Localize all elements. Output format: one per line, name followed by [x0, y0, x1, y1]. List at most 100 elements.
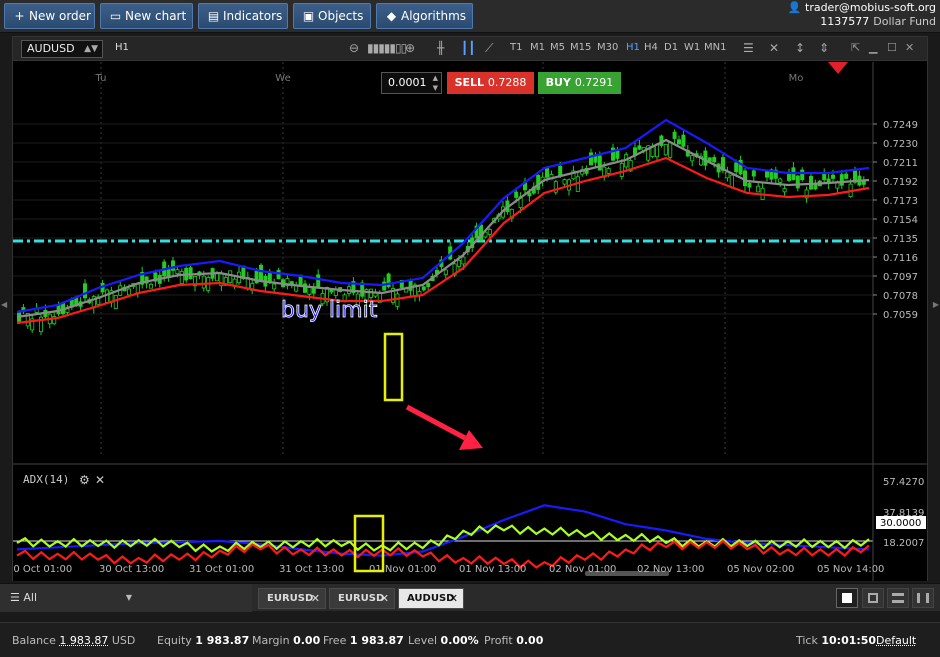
equity-label: Equity — [157, 634, 192, 647]
algorithms-button[interactable]: ◆ Algorithms — [376, 3, 473, 29]
candle-body — [822, 172, 827, 180]
layout-rows-icon[interactable] — [887, 588, 909, 608]
account-email: trader@mobius-soft.org — [805, 1, 936, 14]
timeframe-m15-button[interactable]: M15 — [570, 42, 591, 53]
balance-field: Balance 1 983.87 USD — [12, 634, 135, 647]
detach-icon[interactable]: ⇱ — [851, 41, 860, 54]
new-order-label: New order — [29, 9, 91, 23]
candle-body — [734, 162, 739, 173]
candle-body — [148, 283, 153, 289]
time-tick-label: 31 Oct 01:00 — [189, 564, 254, 575]
candle-body — [765, 171, 770, 178]
timeframe-h1-button[interactable]: H1 — [626, 42, 640, 53]
account-info[interactable]: 👤 trader@mobius-soft.org 1137577 Dollar F… — [788, 1, 936, 29]
candle-body — [668, 142, 673, 158]
timeframe-m30-button[interactable]: M30 — [597, 42, 618, 53]
candle-body — [619, 163, 624, 177]
symbol-selector[interactable]: AUDUSD ▲▼ — [21, 40, 103, 58]
timeframe-t1-button[interactable]: T1 — [510, 42, 522, 53]
tab-label: EURUSD — [267, 593, 314, 604]
trade-levels-icon[interactable]: ↕ — [795, 41, 805, 55]
candle-body — [302, 283, 307, 293]
candle-body — [677, 139, 682, 145]
sell-label: SELL — [454, 76, 485, 89]
candle-body — [456, 260, 461, 267]
line-chart-icon[interactable]: ⟋ — [485, 41, 493, 56]
tab-eurusd-1[interactable]: EURUSD ✕ — [258, 588, 326, 609]
chart-svg[interactable]: TuWeFrMo ADX(14)⚙✕ 0.72490.72300.72110.7… — [13, 62, 927, 581]
layout-grid-icon[interactable] — [862, 588, 884, 608]
bar-chart-icon[interactable]: ╫ — [437, 41, 444, 55]
minimize-icon[interactable]: ▁ — [869, 41, 877, 54]
chart-plot-area[interactable]: TuWeFrMo ADX(14)⚙✕ 0.72490.72300.72110.7… — [13, 62, 927, 581]
close-icon[interactable]: ✕ — [380, 589, 389, 608]
candle-body — [844, 173, 849, 179]
filter-value: All — [23, 591, 38, 604]
candle-body — [201, 275, 206, 289]
tab-eurusd-2[interactable]: EURUSD ✕ — [329, 588, 395, 609]
time-tick-label: 31 Oct 13:00 — [279, 564, 344, 575]
close-icon[interactable]: ✕ — [905, 41, 914, 54]
zoom-out-icon[interactable]: ⊖ — [349, 41, 359, 55]
filter-dropdown[interactable]: ☰ All ▼ — [0, 584, 252, 612]
margin-label: Margin — [252, 634, 290, 647]
candle-body — [562, 179, 567, 185]
adx-tick-label: 57.4270 — [883, 477, 924, 488]
close-icon[interactable]: ✕ — [449, 589, 458, 608]
level-field: Level 0.00% — [408, 634, 479, 647]
close-icon[interactable]: ✕ — [311, 589, 320, 608]
buy-price: 0.7291 — [574, 76, 614, 89]
candle-body — [113, 295, 118, 309]
candle-body — [545, 167, 550, 178]
zoom-in-icon[interactable]: ⊕ — [405, 41, 415, 55]
timeframe-d1-button[interactable]: D1 — [664, 42, 678, 53]
tick-mode-link[interactable]: Default — [876, 634, 916, 647]
candle-body — [663, 144, 668, 156]
candle-body — [712, 157, 717, 163]
sell-button[interactable]: SELL 0.7288 — [447, 72, 534, 94]
timeframe-mn1-button[interactable]: MN1 — [704, 42, 726, 53]
chart-toolbar: AUDUSD ▲▼ H1 ⊖ ▮▮▮▮▮▯▯ ⊕ ╫ ┃┃ ⟋ T1 M1 M5 M15… — [13, 37, 927, 61]
quantity-input[interactable]: 0.0001 ▲ ▼ — [381, 72, 442, 94]
timeframe-m1-button[interactable]: M1 — [530, 42, 545, 53]
candle-body — [316, 274, 321, 288]
crosshair-icon[interactable]: ✕ — [769, 41, 779, 55]
indicators-button[interactable]: ▤ Indicators — [198, 3, 288, 29]
candle-chart-icon[interactable]: ┃┃ — [461, 41, 475, 55]
stepper-icon[interactable]: ▲ ▼ — [433, 73, 438, 93]
time-tick-label: 01 Nov 13:00 — [459, 564, 526, 575]
timeframe-m5-button[interactable]: M5 — [550, 42, 565, 53]
candle-body — [813, 184, 818, 190]
zoom-slider[interactable]: ▮▮▮▮▮▯▯ — [367, 41, 407, 55]
account-fund: Dollar Fund — [873, 15, 936, 28]
price-tick-label: 0.7249 — [883, 120, 918, 131]
timeframe-w1-button[interactable]: W1 — [684, 42, 700, 53]
gear-icon[interactable]: ⚙ — [79, 473, 90, 487]
free-value: 1 983.87 — [349, 634, 404, 647]
balance-value[interactable]: 1 983.87 — [59, 634, 108, 647]
layout-columns-icon[interactable] — [912, 588, 934, 608]
quantity-value: 0.0001 — [388, 76, 427, 89]
price-tick-label: 0.7135 — [883, 234, 918, 245]
drawing-tools-icon[interactable]: ☰ — [743, 41, 754, 55]
timeframe-h4-button[interactable]: H4 — [644, 42, 658, 53]
tick-mode-value[interactable]: Default — [876, 634, 916, 647]
candle-body — [681, 134, 686, 147]
close-icon[interactable]: ✕ — [95, 473, 105, 487]
candle-body — [672, 131, 677, 139]
right-panel-handle[interactable]: ▶ — [933, 300, 939, 309]
objects-button[interactable]: ▣ Objects — [293, 3, 371, 29]
candle-body — [83, 283, 88, 299]
new-order-button[interactable]: + New order — [4, 3, 95, 29]
scale-icon[interactable]: ⇕ — [819, 41, 829, 55]
left-panel-handle[interactable]: ◀ — [1, 300, 7, 309]
candle-body — [267, 272, 272, 283]
maximize-icon[interactable]: ☐ — [887, 41, 897, 54]
time-tick-label: 05 Nov 14:00 — [817, 564, 884, 575]
buy-button[interactable]: BUY 0.7291 — [538, 72, 621, 94]
candle-body — [527, 192, 532, 197]
new-chart-label: New chart — [125, 9, 187, 23]
new-chart-button[interactable]: ▭ New chart — [100, 3, 193, 29]
tab-audusd[interactable]: AUDUSD ✕ — [398, 588, 464, 609]
layout-single-icon[interactable] — [836, 588, 858, 608]
